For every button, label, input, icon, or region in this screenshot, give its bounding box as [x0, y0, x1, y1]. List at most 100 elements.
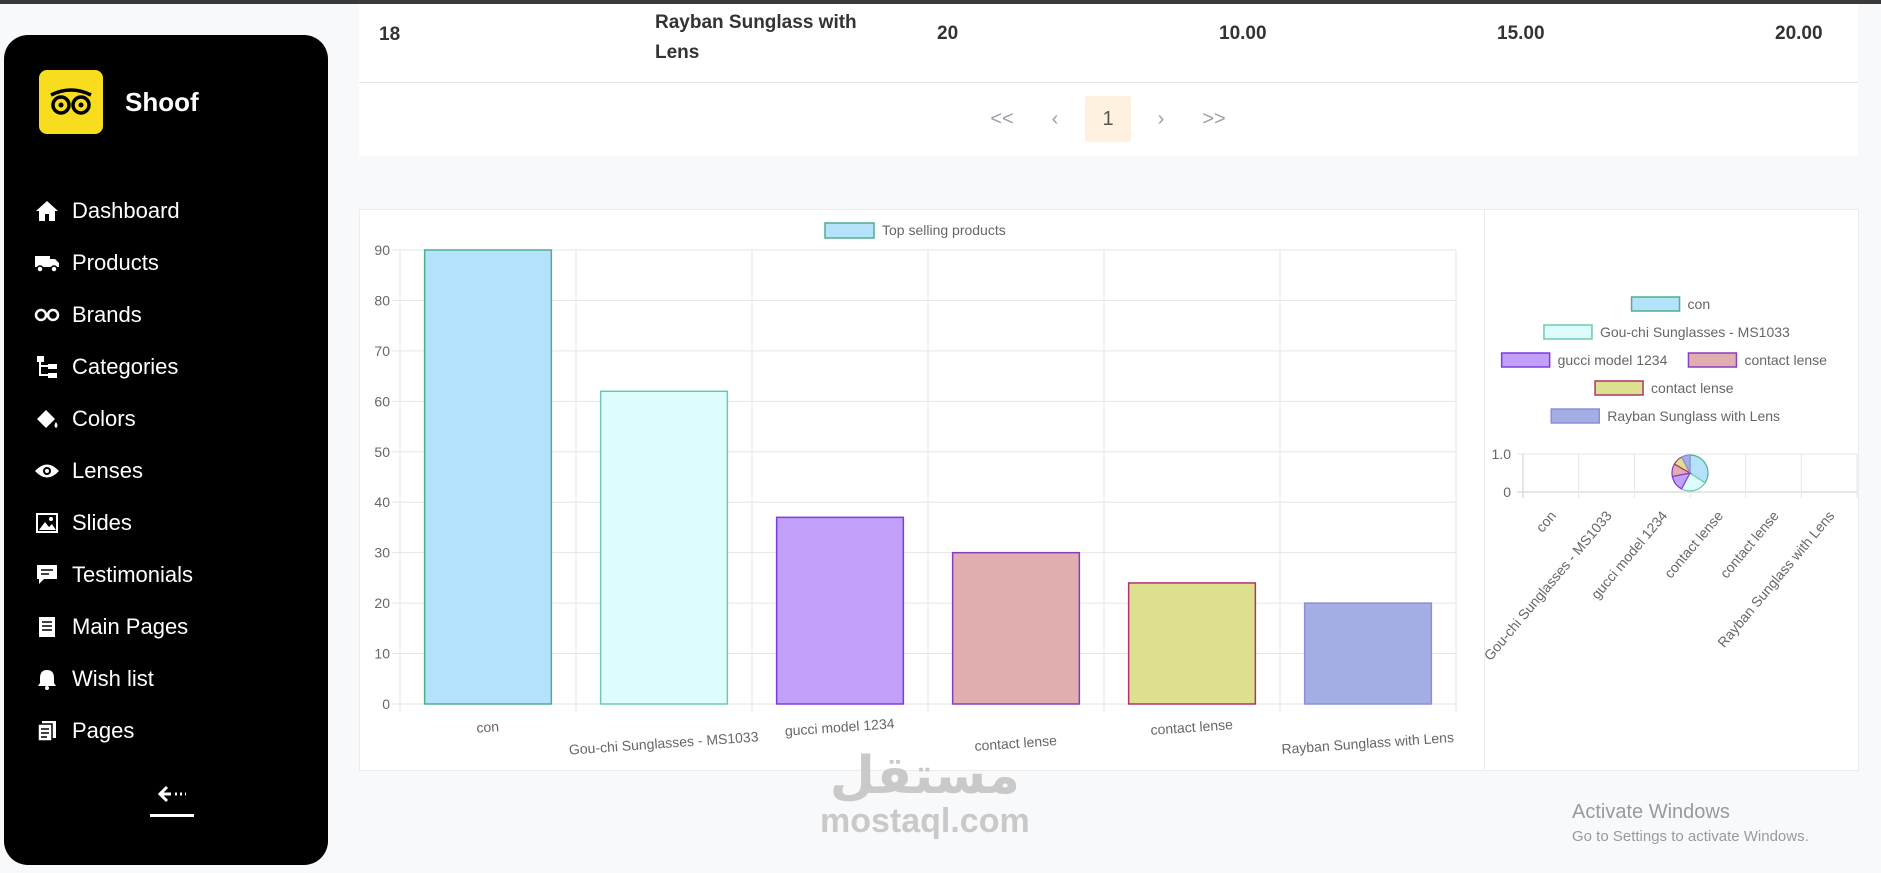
bar-chart: Top selling products 0 10 20 30 40 50 60 70 80 90 c…	[374, 222, 1457, 758]
eye-icon	[34, 458, 60, 484]
y-tick-label: 50	[374, 444, 390, 460]
bell-icon	[34, 666, 60, 692]
pie-chart-card: con Gou-chi Sunglasses - MS1033 gucci mode…	[1480, 209, 1859, 771]
collapse-arrow-icon	[157, 785, 187, 808]
legend-swatch	[824, 222, 875, 239]
glasses-icon	[34, 302, 60, 328]
cell-id: 18	[379, 24, 401, 45]
mostaql-watermark: مستقل mostaql.com	[820, 748, 1030, 838]
sidebar: Shoof Dashboard Products Brands Categori…	[4, 35, 328, 865]
sidebar-item-products[interactable]: Products	[34, 237, 193, 289]
sidebar-item-lenses[interactable]: Lenses	[34, 445, 193, 497]
y-tick-label: 0	[382, 696, 390, 712]
pages-icon	[34, 718, 60, 744]
x-tick-label: contact lense	[1150, 716, 1234, 738]
paint-bucket-icon	[34, 406, 60, 432]
cell-quantity: 20	[937, 23, 959, 44]
pagination: << ‹ 1 › >>	[359, 96, 1858, 142]
sidebar-item-pages[interactable]: Pages	[34, 705, 193, 757]
x-tick-label: gucci model 1234	[784, 715, 895, 739]
sidebar-item-slides[interactable]: Slides	[34, 497, 193, 549]
x-tick-label: con	[476, 718, 500, 736]
y-tick-label: 10	[374, 646, 390, 662]
cell-value-2: 15.00	[1497, 23, 1545, 44]
mostaql-arabic-text: مستقل	[829, 746, 1020, 806]
sidebar-item-label: Pages	[72, 718, 135, 743]
legend-swatch	[1630, 296, 1681, 312]
products-table: 18 Rayban Sunglass with Lens 20 10.00 15…	[359, 4, 1858, 156]
collapse-underline	[150, 814, 194, 817]
truck-icon	[34, 250, 60, 276]
activate-windows-notice: Activate Windows Go to Settings to activ…	[1572, 801, 1809, 845]
next-page-button[interactable]: ›	[1138, 96, 1184, 142]
y-tick-label: 0	[1503, 484, 1511, 500]
bar	[1303, 602, 1433, 705]
mostaql-english-text: mostaql.com	[820, 802, 1030, 840]
sidebar-item-testimonials[interactable]: Testimonials	[34, 549, 193, 601]
bar	[951, 551, 1081, 705]
sidebar-item-label: Categories	[72, 354, 179, 379]
bar-chart-card: Top selling products 0 10 20 30 40 50 60 70 80 90 c…	[359, 209, 1485, 771]
brand[interactable]: Shoof	[39, 70, 199, 134]
sidebar-item-label: Wish list	[72, 666, 154, 691]
first-page-button[interactable]: <<	[979, 96, 1025, 142]
page-1-button[interactable]: 1	[1085, 96, 1131, 142]
sidebar-item-label: Lenses	[72, 458, 143, 483]
sidebar-item-brands[interactable]: Brands	[34, 289, 193, 341]
y-tick-label: 40	[374, 494, 390, 510]
legend-label: Rayban Sunglass with Lens	[1607, 408, 1780, 424]
legend-label: Top selling products	[882, 222, 1006, 238]
legend-swatch	[1500, 352, 1551, 368]
x-tick-label: Gou-chi Sunglasses - MS1033	[568, 728, 759, 757]
app-name: Shoof	[125, 86, 199, 117]
legend-swatch	[1687, 352, 1738, 368]
sidebar-item-wish-list[interactable]: Wish list	[34, 653, 193, 705]
activate-subtitle: Go to Settings to activate Windows.	[1572, 828, 1809, 845]
bar	[423, 249, 553, 705]
activate-title: Activate Windows	[1572, 801, 1730, 823]
y-tick-label: 60	[374, 393, 390, 409]
legend-label: contact lense	[1744, 352, 1827, 368]
cell-value-1: 10.00	[1219, 23, 1267, 44]
pie-chart: con Gou-chi Sunglasses - MS1033 gucci mode…	[1480, 296, 1858, 663]
y-tick-label: 90	[374, 242, 390, 258]
legend-label: con	[1688, 296, 1711, 312]
x-tick-label: Rayban Sunglass with Lens	[1714, 508, 1837, 651]
last-page-button[interactable]: >>	[1191, 96, 1237, 142]
sidebar-item-label: Main Pages	[72, 614, 189, 639]
cell-value-3: 20.00	[1775, 23, 1823, 44]
hierarchy-icon	[34, 354, 60, 380]
x-tick-label: con	[1532, 508, 1559, 536]
legend-swatch	[1594, 380, 1644, 396]
bar	[775, 516, 905, 705]
legend-label: contact lense	[1651, 380, 1734, 396]
legend-label: Gou-chi Sunglasses - MS1033	[1600, 324, 1790, 340]
sidebar-item-main-pages[interactable]: Main Pages	[34, 601, 193, 653]
legend-swatch	[1550, 408, 1600, 424]
sidebar-item-label: Testimonials	[72, 562, 194, 587]
sidebar-item-label: Brands	[72, 302, 142, 327]
document-icon	[34, 614, 60, 640]
sidebar-item-categories[interactable]: Categories	[34, 341, 193, 393]
image-icon	[34, 510, 60, 536]
bar	[599, 390, 729, 705]
y-tick-label: 1.0	[1492, 446, 1512, 462]
logo-icon	[39, 70, 103, 134]
y-tick-label: 70	[374, 343, 390, 359]
sidebar-item-label: Slides	[72, 510, 132, 535]
sidebar-item-colors[interactable]: Colors	[34, 393, 193, 445]
sidebar-item-label: Dashboard	[72, 198, 180, 223]
table-row[interactable]: 18 Rayban Sunglass with Lens 20 10.00 15…	[359, 4, 1858, 83]
y-tick-label: 20	[374, 595, 390, 611]
x-tick-label: Rayban Sunglass with Lens	[1281, 729, 1454, 757]
y-tick-label: 30	[374, 545, 390, 561]
bar	[1127, 582, 1257, 705]
home-icon	[34, 198, 60, 224]
sidebar-item-dashboard[interactable]: Dashboard	[34, 185, 193, 237]
prev-page-button[interactable]: ‹	[1032, 96, 1078, 142]
y-tick-label: 80	[374, 292, 390, 308]
legend-label: gucci model 1234	[1558, 352, 1668, 368]
collapse-sidebar-button[interactable]	[150, 785, 194, 823]
sidebar-item-label: Colors	[72, 406, 136, 431]
sidebar-item-label: Products	[72, 250, 159, 275]
